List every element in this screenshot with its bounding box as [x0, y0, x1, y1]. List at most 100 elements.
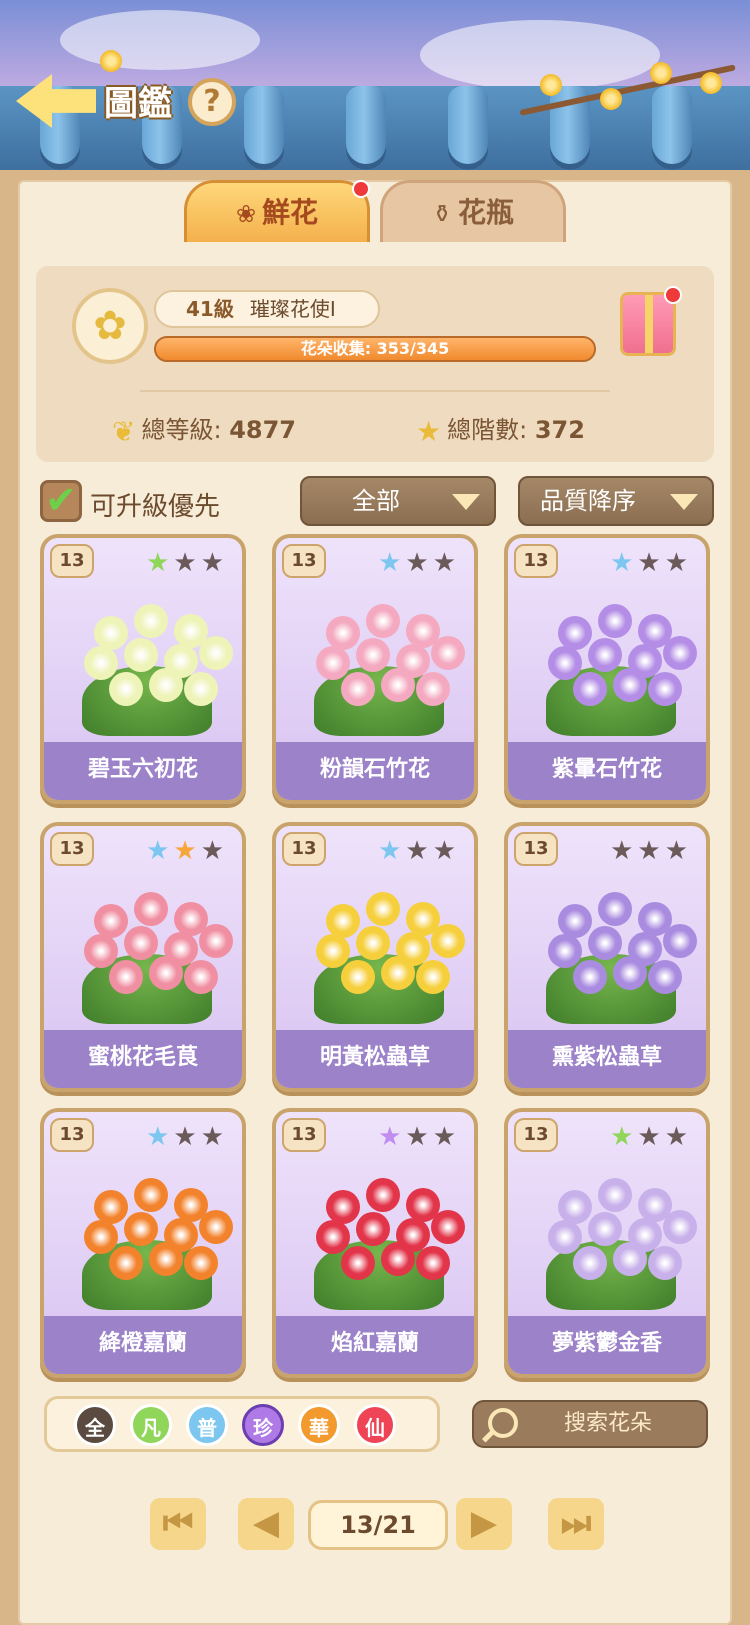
last-page-button[interactable]: ⏭ — [548, 1498, 604, 1550]
card-level: 13 — [50, 544, 94, 578]
dropdown-value: 全部 — [352, 487, 400, 515]
flower-image — [528, 586, 697, 736]
rarity-filter-3[interactable]: 珍 — [242, 1404, 284, 1446]
star-icon: ★ — [610, 836, 638, 866]
flower-card[interactable]: 13 ★★★ 粉韻石竹花 — [272, 534, 478, 804]
star-icon: ★ — [432, 548, 460, 578]
stat-value: 4877 — [229, 416, 296, 444]
rarity-filter-2[interactable]: 普 — [186, 1404, 228, 1446]
card-level: 13 — [50, 1118, 94, 1152]
collection-progress-bar: 花朵收集: 353/345 — [154, 336, 596, 362]
sprout-icon: ❦ — [112, 414, 136, 448]
flower-image — [296, 586, 465, 736]
check-icon: ✔ — [45, 478, 77, 522]
rarity-filter-0[interactable]: 全 — [74, 1404, 116, 1446]
card-stars: ★★★ — [146, 548, 228, 578]
flower-image — [64, 1160, 233, 1310]
category-dropdown[interactable]: 全部 — [300, 476, 496, 526]
prev-page-button[interactable]: ◀ — [238, 1498, 294, 1550]
card-stars: ★★★ — [610, 1122, 692, 1152]
card-stars: ★★★ — [146, 836, 228, 866]
star-icon: ★ — [173, 548, 201, 578]
flower-card[interactable]: 13 ★★★ 紫暈石竹花 — [504, 534, 710, 804]
card-name: 紫暈石竹花 — [508, 742, 706, 800]
notification-dot — [664, 286, 682, 304]
star-icon: ★ — [378, 836, 406, 866]
star-icon: ★ — [378, 548, 406, 578]
notification-dot — [352, 180, 370, 198]
star-icon: ★ — [664, 836, 692, 866]
help-button[interactable]: ? — [188, 78, 236, 126]
flower-card[interactable]: 13 ★★★ 明黃松蟲草 — [272, 822, 478, 1092]
card-stars: ★★★ — [146, 1122, 228, 1152]
chevron-down-icon — [670, 494, 698, 510]
total-stars-stat: ★ 總階數: 372 — [416, 410, 585, 448]
flower-card[interactable]: 13 ★★★ 碧玉六初花 — [40, 534, 246, 804]
card-stars: ★★★ — [378, 548, 460, 578]
tab-vases[interactable]: ⚱ 花瓶 — [380, 180, 566, 242]
flower-image — [296, 874, 465, 1024]
first-page-button[interactable]: ⏮ — [150, 1498, 206, 1550]
stat-label: 總階數: — [447, 416, 528, 444]
flower-card[interactable]: 13 ★★★ 絳橙嘉蘭 — [40, 1108, 246, 1378]
card-level: 13 — [514, 544, 558, 578]
card-level: 13 — [282, 544, 326, 578]
tab-label: 鮮花 — [262, 196, 319, 229]
cloud — [60, 10, 260, 70]
flower-card[interactable]: 13 ★★★ 夢紫鬱金香 — [504, 1108, 710, 1378]
card-name: 蜜桃花毛茛 — [44, 1030, 242, 1088]
star-icon: ★ — [610, 1122, 638, 1152]
star-icon: ★ — [637, 548, 665, 578]
search-icon — [488, 1408, 518, 1438]
page-indicator: 13/21 — [308, 1500, 448, 1550]
card-name: 焰紅嘉蘭 — [276, 1316, 474, 1374]
star-icon: ★ — [432, 836, 460, 866]
card-name: 熏紫松蟲草 — [508, 1030, 706, 1088]
next-page-button[interactable]: ▶ — [456, 1498, 512, 1550]
star-icon: ★ — [200, 1122, 228, 1152]
level-value: 41級 — [186, 297, 234, 321]
upgrade-first-checkbox[interactable]: ✔ — [40, 480, 82, 522]
star-icon: ★ — [405, 1122, 433, 1152]
card-name: 絳橙嘉蘭 — [44, 1316, 242, 1374]
flower-image — [528, 874, 697, 1024]
star-icon: ★ — [173, 836, 201, 866]
card-name: 碧玉六初花 — [44, 742, 242, 800]
card-stars: ★★★ — [378, 836, 460, 866]
star-icon: ★ — [416, 414, 442, 448]
sort-dropdown[interactable]: 品質降序 — [518, 476, 714, 526]
divider — [140, 390, 610, 392]
back-button[interactable] — [16, 70, 96, 130]
card-stars: ★★★ — [610, 548, 692, 578]
card-level: 13 — [282, 832, 326, 866]
card-name: 明黃松蟲草 — [276, 1030, 474, 1088]
search-box[interactable]: 搜索花朵 — [472, 1400, 708, 1448]
flower-image — [296, 1160, 465, 1310]
collection-text: 花朵收集: 353/345 — [300, 339, 450, 358]
rarity-filter-4[interactable]: 華 — [298, 1404, 340, 1446]
star-icon: ★ — [637, 1122, 665, 1152]
tab-flowers[interactable]: ❀ 鮮花 — [184, 180, 370, 242]
flower-card[interactable]: 13 ★★★ 熏紫松蟲草 — [504, 822, 710, 1092]
flower-medal-icon: ✿ — [72, 288, 148, 364]
search-placeholder: 搜索花朵 — [564, 1411, 653, 1436]
flower-image — [64, 586, 233, 736]
dropdown-value: 品質降序 — [540, 487, 636, 515]
rarity-filter-1[interactable]: 凡 — [130, 1404, 172, 1446]
rarity-filter-5[interactable]: 仙 — [354, 1404, 396, 1446]
back-arrow-icon — [16, 74, 96, 128]
upgrade-first-label: 可升級優先 — [90, 492, 221, 522]
card-stars: ★★★ — [378, 1122, 460, 1152]
page-title: 圖鑑 — [104, 84, 172, 124]
tab-label: 花瓶 — [458, 196, 515, 229]
star-icon: ★ — [405, 548, 433, 578]
card-level: 13 — [282, 1118, 326, 1152]
total-level-stat: ❦ 總等級: 4877 — [112, 410, 296, 448]
star-icon: ★ — [200, 836, 228, 866]
star-icon: ★ — [664, 548, 692, 578]
flower-card[interactable]: 13 ★★★ 蜜桃花毛茛 — [40, 822, 246, 1092]
star-icon: ★ — [378, 1122, 406, 1152]
star-icon: ★ — [173, 1122, 201, 1152]
star-icon: ★ — [610, 548, 638, 578]
flower-card[interactable]: 13 ★★★ 焰紅嘉蘭 — [272, 1108, 478, 1378]
